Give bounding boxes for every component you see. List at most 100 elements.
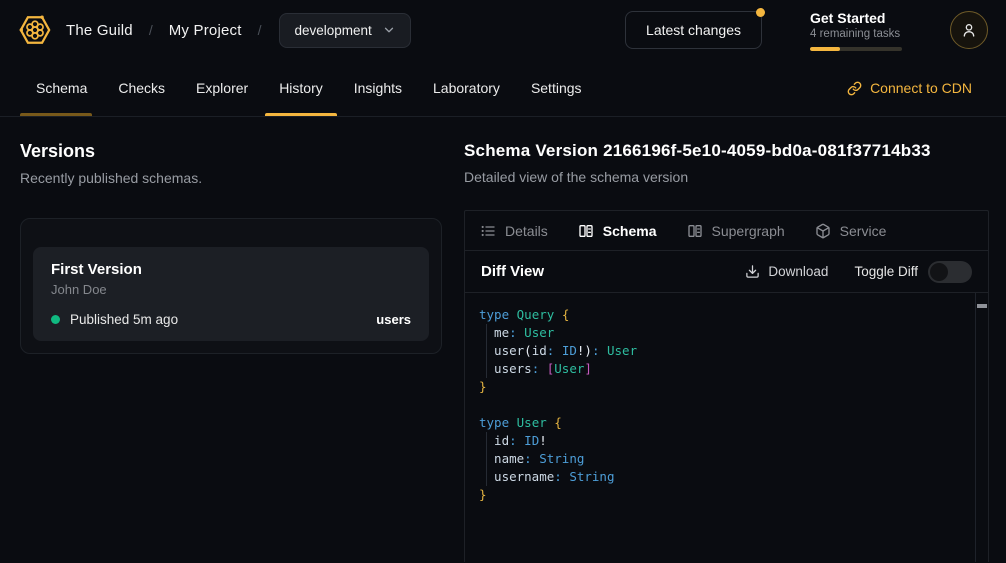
connect-to-cdn-button[interactable]: Connect to CDN: [847, 60, 972, 116]
code-line: }: [479, 486, 968, 504]
download-label: Download: [768, 264, 828, 279]
code-line: }: [479, 378, 968, 396]
columns-icon: [578, 223, 594, 239]
primary-nav-tabs: Schema Checks Explorer History Insights Labor…: [36, 60, 582, 116]
get-started-widget[interactable]: Get Started 4 remaining tasks: [810, 10, 902, 51]
version-status: Published 5m ago: [70, 312, 178, 327]
box-icon: [815, 223, 831, 239]
detail-tab-details[interactable]: Details: [480, 223, 548, 239]
code-token: :: [524, 451, 532, 466]
code-token: [539, 361, 547, 376]
code-line: users: [User]: [479, 360, 968, 378]
tab-laboratory[interactable]: Laboratory: [433, 60, 500, 116]
code-line: type User {: [479, 414, 968, 432]
latest-changes-button[interactable]: Latest changes: [625, 11, 762, 49]
diff-view-actions: Download Toggle Diff: [745, 261, 972, 283]
code-scrollbar-thumb[interactable]: [977, 304, 987, 308]
code-token: Query: [517, 307, 555, 322]
get-started-progressbar: [810, 47, 902, 51]
tab-insights[interactable]: Insights: [354, 60, 402, 116]
code-token: User: [517, 415, 547, 430]
toggle-diff-switch[interactable]: [928, 261, 972, 283]
detail-tab-label: Schema: [603, 223, 657, 239]
columns-icon: [687, 223, 703, 239]
breadcrumb-separator: /: [149, 22, 153, 38]
breadcrumb: The Guild / My Project /: [66, 22, 261, 39]
code-token: User: [524, 325, 554, 340]
indent-guide: [486, 324, 487, 342]
tab-settings[interactable]: Settings: [531, 60, 582, 116]
code-lines: type Query { me: User user(id: ID!): Use…: [479, 306, 968, 504]
indent-guide: [486, 342, 487, 360]
environment-select[interactable]: development: [279, 13, 410, 48]
schema-code-viewer[interactable]: type Query { me: User user(id: ID!): Use…: [465, 293, 988, 562]
code-token: ID: [524, 433, 539, 448]
versions-panel: Versions Recently published schemas. Fir…: [0, 117, 462, 562]
version-status-row: Published 5m ago users: [51, 312, 411, 327]
code-token: username: [479, 469, 554, 484]
version-list-item[interactable]: First Version John Doe Published 5m ago …: [33, 247, 429, 341]
breadcrumb-separator: /: [258, 22, 262, 38]
code-token: }: [479, 487, 487, 502]
indent-guide: [486, 450, 487, 468]
user-icon: [961, 22, 977, 38]
code-token: [599, 343, 607, 358]
schema-version-title: Schema Version 2166196f-5e10-4059-bd0a-0…: [464, 141, 989, 161]
tab-label: Laboratory: [433, 80, 500, 96]
toggle-diff-control: Toggle Diff: [854, 261, 972, 283]
code-token: !: [539, 433, 547, 448]
download-button[interactable]: Download: [745, 264, 828, 279]
code-token: User: [554, 361, 584, 376]
schema-detail-tabs: Details Schema Supergraph Service: [465, 211, 988, 251]
versions-title: Versions: [20, 141, 442, 162]
user-avatar[interactable]: [950, 11, 988, 49]
code-token: String: [569, 469, 614, 484]
code-token: String: [539, 451, 584, 466]
get-started-subtitle: 4 remaining tasks: [810, 28, 902, 40]
code-line: [479, 396, 968, 414]
published-status-dot: [51, 315, 60, 324]
code-token: :: [509, 433, 517, 448]
tab-label: Checks: [118, 80, 165, 96]
schema-detail-box: DetailsSchemaSupergraphService Diff View…: [464, 210, 989, 562]
version-service-badge: users: [376, 312, 411, 327]
primary-nav: Schema Checks Explorer History Insights Labor…: [0, 60, 1006, 117]
detail-tab-label: Service: [840, 223, 887, 239]
code-token: id: [479, 433, 509, 448]
detail-tab-schema[interactable]: Schema: [578, 223, 657, 239]
detail-tab-service[interactable]: Service: [815, 223, 887, 239]
version-author: John Doe: [51, 282, 411, 297]
guild-logo-icon[interactable]: [18, 13, 52, 47]
code-token: }: [479, 379, 487, 394]
tab-schema[interactable]: Schema: [36, 60, 87, 116]
environment-select-value: development: [294, 23, 371, 38]
code-token: [554, 343, 562, 358]
connect-to-cdn-label: Connect to CDN: [870, 80, 972, 96]
breadcrumb-project[interactable]: My Project: [169, 22, 242, 39]
tab-explorer[interactable]: Explorer: [196, 60, 248, 116]
indent-guide: [486, 432, 487, 450]
code-token: {: [554, 415, 562, 430]
version-title: First Version: [51, 261, 411, 278]
breadcrumb-org[interactable]: The Guild: [66, 22, 133, 39]
code-token: ]: [584, 361, 592, 376]
code-line: name: String: [479, 450, 968, 468]
list-icon: [480, 223, 496, 239]
code-line: me: User: [479, 324, 968, 342]
notification-dot: [756, 8, 765, 17]
detail-tab-supergraph[interactable]: Supergraph: [687, 223, 785, 239]
code-token: me: [479, 325, 509, 340]
versions-subtitle: Recently published schemas.: [20, 170, 442, 186]
code-token: (: [524, 343, 532, 358]
indent-guide: [486, 360, 487, 378]
code-token: type: [479, 415, 509, 430]
code-scrollbar[interactable]: [975, 293, 988, 562]
get-started-title: Get Started: [810, 10, 902, 26]
tab-history[interactable]: History: [279, 60, 323, 116]
versions-list: First Version John Doe Published 5m ago …: [20, 218, 442, 354]
download-icon: [745, 264, 760, 279]
tab-checks[interactable]: Checks: [118, 60, 165, 116]
main-content: Versions Recently published schemas. Fir…: [0, 117, 1006, 562]
top-bar: The Guild / My Project / development Lat…: [0, 0, 1006, 60]
tab-label: Schema: [36, 80, 87, 96]
